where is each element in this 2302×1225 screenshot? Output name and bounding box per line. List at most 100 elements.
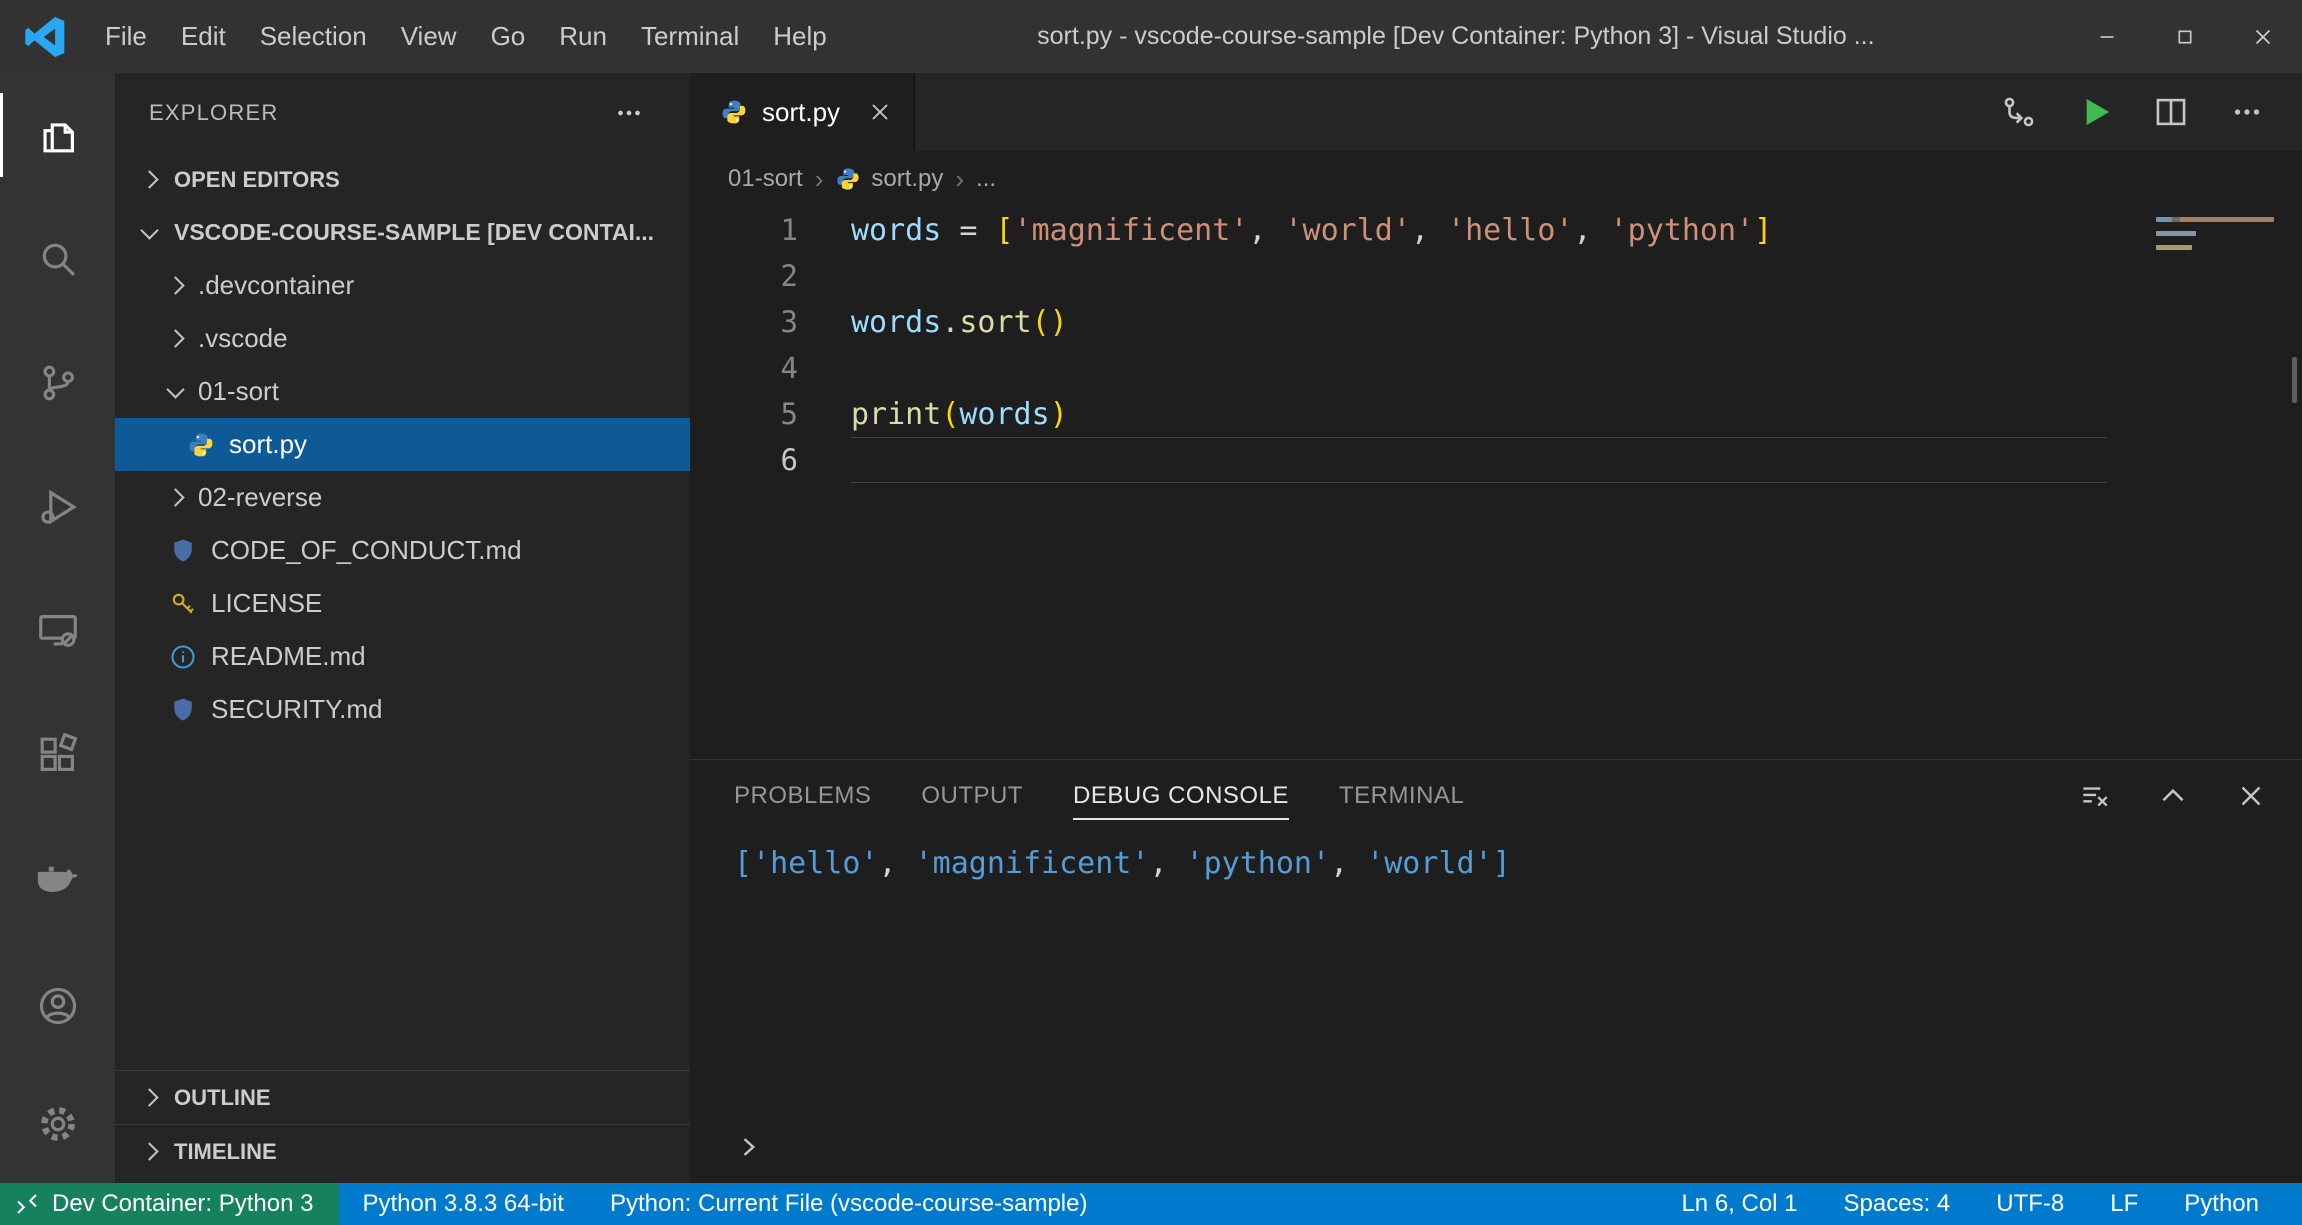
close-tab-button[interactable] xyxy=(866,98,894,126)
source-control-icon xyxy=(35,360,81,406)
debug-output-line: ['hello', 'magnificent', 'python', 'worl… xyxy=(734,840,2302,886)
code-token: () xyxy=(1032,305,1068,340)
maximize-panel-button[interactable] xyxy=(2156,779,2190,813)
tree-item-license[interactable]: LICENSE xyxy=(115,577,690,630)
minimize-button[interactable] xyxy=(2068,0,2146,73)
tree-item-code-of-conduct-md[interactable]: CODE_OF_CONDUCT.md xyxy=(115,524,690,577)
outline-section-header[interactable]: OUTLINE xyxy=(115,1070,690,1124)
tree-item-label: sort.py xyxy=(229,429,307,460)
status-item-utf-8[interactable]: UTF-8 xyxy=(1973,1190,2087,1218)
close-window-button[interactable] xyxy=(2224,0,2302,73)
remote-indicator[interactable]: Dev Container: Python 3 xyxy=(0,1183,339,1225)
menu-go[interactable]: Go xyxy=(474,0,543,73)
root-folder-header[interactable]: VSCODE-COURSE-SAMPLE [DEV CONTAI... xyxy=(115,206,690,259)
menu-bar: FileEditSelectionViewGoRunTerminalHelp xyxy=(88,0,844,73)
activitybar-item-run-debug[interactable] xyxy=(0,445,115,569)
menu-help[interactable]: Help xyxy=(756,0,843,73)
breadcrumb: 01-sort›sort.py›... xyxy=(690,151,2302,207)
code-line-5[interactable]: 5print(words) xyxy=(690,391,2302,437)
line-number[interactable]: 6 xyxy=(690,443,798,477)
code-line-2[interactable]: 2 xyxy=(690,253,2302,299)
status-item-ln-6-col-1[interactable]: Ln 6, Col 1 xyxy=(1658,1190,1820,1218)
tree-item-security-md[interactable]: SECURITY.md xyxy=(115,683,690,736)
code-line-1[interactable]: 1 words = ['magnificent', 'world', 'hello… xyxy=(690,207,2302,253)
timeline-section-header[interactable]: TIMELINE xyxy=(115,1124,690,1178)
status-item-python-current-file-vscode-course-sample[interactable]: Python: Current File (vscode-course-samp… xyxy=(587,1190,1111,1218)
menu-edit[interactable]: Edit xyxy=(164,0,243,73)
chevron-right-icon xyxy=(140,170,158,188)
status-item-lf[interactable]: LF xyxy=(2087,1190,2161,1218)
code-editor[interactable]: 1 words = ['magnificent', 'world', 'hello… xyxy=(690,207,2302,759)
minimap[interactable] xyxy=(2156,217,2286,259)
status-item-spaces-4[interactable]: Spaces: 4 xyxy=(1821,1190,1974,1218)
status-bar: Dev Container: Python 3 Python 3.8.3 64-… xyxy=(0,1183,2302,1225)
code-line-content: words = ['magnificent', 'world', 'hello'… xyxy=(851,207,2107,253)
debug-token: ] xyxy=(1493,846,1511,881)
tree-item-sort-py[interactable]: sort.py xyxy=(115,418,690,471)
activitybar-item-remote-explorer[interactable] xyxy=(0,569,115,693)
python-icon xyxy=(187,431,215,459)
breadcrumb-item-01-sort[interactable]: 01-sort xyxy=(728,165,803,193)
activitybar-item-explorer[interactable] xyxy=(0,73,115,197)
panel-tab-output[interactable]: OUTPUT xyxy=(921,760,1023,832)
remote-label: Dev Container: Python 3 xyxy=(52,1190,313,1218)
activitybar-item-source-control[interactable] xyxy=(0,321,115,445)
code-line-6[interactable]: 6 xyxy=(690,437,2302,483)
panel-tab-problems[interactable]: PROBLEMS xyxy=(734,760,871,832)
tree-item-devcontainer[interactable]: .devcontainer xyxy=(115,259,690,312)
menu-view[interactable]: View xyxy=(384,0,474,73)
status-item-python-3-8-3-64-bit[interactable]: Python 3.8.3 64-bit xyxy=(339,1190,586,1218)
debug-console[interactable]: ['hello', 'magnificent', 'python', 'worl… xyxy=(690,832,2302,1183)
line-number[interactable]: 1 xyxy=(690,213,798,247)
breadcrumb-separator-icon: › xyxy=(943,166,976,192)
breadcrumb-item-[interactable]: ... xyxy=(976,165,996,193)
panel-tab-debug-console[interactable]: DEBUG CONSOLE xyxy=(1073,760,1289,832)
tree-item-readme-md[interactable]: README.md xyxy=(115,630,690,683)
menu-run[interactable]: Run xyxy=(542,0,624,73)
debug-token: 'world' xyxy=(1366,846,1492,881)
maximize-button[interactable] xyxy=(2146,0,2224,73)
activitybar-item-accounts[interactable] xyxy=(0,947,115,1065)
breadcrumb-item-sort-py[interactable]: sort.py xyxy=(871,165,943,193)
tree-item-label: 01-sort xyxy=(198,376,279,407)
editor-more-actions-button[interactable] xyxy=(2228,93,2266,131)
sidebar-more-actions-button[interactable] xyxy=(612,96,646,130)
code-line-3[interactable]: 3words.sort() xyxy=(690,299,2302,345)
code-line-4[interactable]: 4 xyxy=(690,345,2302,391)
line-number[interactable]: 5 xyxy=(690,397,798,431)
code-token: words xyxy=(851,213,941,248)
chevron-right-icon xyxy=(166,276,184,294)
open-editors-section-header[interactable]: OPEN EDITORS xyxy=(115,153,690,206)
close-icon xyxy=(2250,24,2276,50)
status-item-python[interactable]: Python xyxy=(2161,1190,2282,1218)
menu-file[interactable]: File xyxy=(88,0,164,73)
code-token: 'magnificent' xyxy=(1014,213,1249,248)
tree-item-vscode[interactable]: .vscode xyxy=(115,312,690,365)
tree-item-label: .vscode xyxy=(198,323,288,354)
activitybar-item-settings[interactable] xyxy=(0,1065,115,1183)
scrollbar-thumb[interactable] xyxy=(2292,357,2297,403)
debug-console-prompt[interactable] xyxy=(734,1133,2302,1169)
activitybar-item-docker[interactable] xyxy=(0,817,115,941)
code-token: 'world' xyxy=(1285,213,1411,248)
sidebar-bottom-sections: OUTLINE TIMELINE xyxy=(115,1070,690,1183)
open-changes-button[interactable] xyxy=(2000,93,2038,131)
tree-item-02-reverse[interactable]: 02-reverse xyxy=(115,471,690,524)
line-number[interactable]: 3 xyxy=(690,305,798,339)
split-editor-button[interactable] xyxy=(2152,93,2190,131)
run-python-file-button[interactable] xyxy=(2076,93,2114,131)
activitybar-item-search[interactable] xyxy=(0,197,115,321)
activitybar-item-extensions[interactable] xyxy=(0,693,115,817)
editor-tab-bar: sort.py xyxy=(690,73,2302,151)
line-number[interactable]: 2 xyxy=(690,259,798,293)
panel-tab-terminal[interactable]: TERMINAL xyxy=(1339,760,1464,832)
clear-console-button[interactable] xyxy=(2078,779,2112,813)
tab-sort-py[interactable]: sort.py xyxy=(690,73,915,151)
code-token: ( xyxy=(941,397,959,432)
menu-terminal[interactable]: Terminal xyxy=(624,0,756,73)
extensions-icon xyxy=(35,732,81,778)
line-number[interactable]: 4 xyxy=(690,351,798,385)
menu-selection[interactable]: Selection xyxy=(243,0,384,73)
close-panel-button[interactable] xyxy=(2234,779,2268,813)
tree-item-01-sort[interactable]: 01-sort xyxy=(115,365,690,418)
